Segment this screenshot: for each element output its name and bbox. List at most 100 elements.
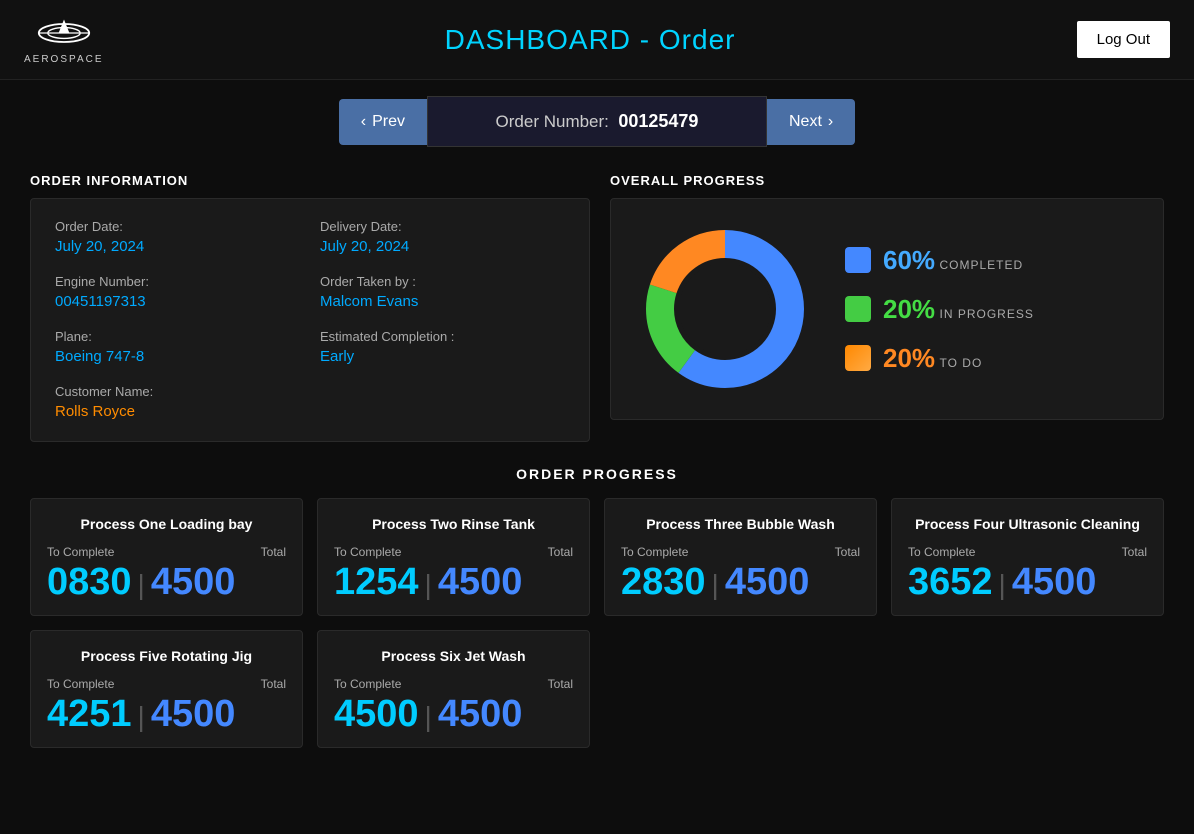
logo: AEROSPACE — [24, 14, 104, 65]
process-card: Process Five Rotating Jig To Complete To… — [30, 630, 303, 748]
process-card-empty — [604, 630, 877, 748]
process-card: Process Six Jet Wash To Complete Total 4… — [317, 630, 590, 748]
order-number: 00125479 — [618, 111, 698, 131]
est-completion-field: Estimated Completion : Early — [320, 329, 565, 366]
plane-field: Plane: Boeing 747-8 — [55, 329, 300, 366]
todo-info: 20% TO DO — [883, 343, 982, 374]
order-number-prefix: Order Number: — [496, 112, 609, 131]
engine-number-field: Engine Number: 00451197313 — [55, 274, 300, 311]
stat-total-value: 4500 — [438, 695, 523, 733]
logout-button[interactable]: Log Out — [1077, 21, 1170, 58]
progress-card: 60% COMPLETED 20% IN PROGRESS — [610, 198, 1164, 420]
process-title: Process Three Bubble Wash — [621, 515, 860, 533]
total-label: Total — [261, 545, 286, 559]
engine-number-label: Engine Number: — [55, 274, 300, 289]
main-content: ORDER INFORMATION Order Date: July 20, 2… — [0, 163, 1194, 768]
page-title: DASHBOARD - Order — [445, 24, 736, 56]
process-row-1: Process One Loading bay To Complete Tota… — [30, 498, 1164, 616]
engine-number-value: 00451197313 — [55, 293, 146, 310]
plane-value: Boeing 747-8 — [55, 348, 144, 365]
completed-label: COMPLETED — [940, 258, 1024, 272]
delivery-date-field: Delivery Date: July 20, 2024 — [320, 219, 565, 256]
legend-todo: 20% TO DO — [845, 343, 1034, 374]
prev-label: Prev — [372, 113, 405, 131]
delivery-date-label: Delivery Date: — [320, 219, 565, 234]
order-info-card: Order Date: July 20, 2024 Delivery Date:… — [30, 198, 590, 442]
stat-total-value: 4500 — [151, 563, 236, 601]
prev-button[interactable]: ‹ Prev — [339, 99, 427, 145]
next-label: Next — [789, 113, 822, 131]
stat-labels: To Complete Total — [47, 677, 286, 691]
nav-bar: ‹ Prev Order Number: 00125479 Next › — [0, 80, 1194, 163]
stat-labels: To Complete Total — [908, 545, 1147, 559]
stat-separator: | — [712, 569, 719, 601]
order-date-value: July 20, 2024 — [55, 238, 144, 255]
process-card: Process Three Bubble Wash To Complete To… — [604, 498, 877, 616]
process-title: Process Five Rotating Jig — [47, 647, 286, 665]
stat-complete-value: 3652 — [908, 563, 993, 601]
process-card: Process Two Rinse Tank To Complete Total… — [317, 498, 590, 616]
to-complete-label: To Complete — [47, 545, 114, 559]
process-title: Process One Loading bay — [47, 515, 286, 533]
chevron-left-icon: ‹ — [361, 113, 366, 131]
to-complete-label: To Complete — [334, 677, 401, 691]
stat-values: 4251 | 4500 — [47, 695, 286, 733]
overall-progress-title: OVERALL PROGRESS — [610, 173, 1164, 188]
stat-total-value: 4500 — [1012, 563, 1097, 601]
process-row-2: Process Five Rotating Jig To Complete To… — [30, 630, 1164, 748]
est-completion-value: Early — [320, 348, 354, 365]
order-taken-label: Order Taken by : — [320, 274, 565, 289]
total-label: Total — [548, 677, 573, 691]
in-progress-info: 20% IN PROGRESS — [883, 294, 1034, 325]
stat-labels: To Complete Total — [621, 545, 860, 559]
todo-swatch — [845, 345, 871, 371]
stat-values: 1254 | 4500 — [334, 563, 573, 601]
overall-progress-section: OVERALL PROGRESS — [610, 173, 1164, 442]
order-number-display: Order Number: 00125479 — [427, 96, 767, 147]
todo-label: TO DO — [940, 356, 983, 370]
completed-swatch — [845, 247, 871, 273]
stat-complete-value: 4500 — [334, 695, 419, 733]
donut-chart — [635, 219, 815, 399]
process-card: Process One Loading bay To Complete Tota… — [30, 498, 303, 616]
customer-label: Customer Name: — [55, 384, 300, 399]
stat-separator: | — [999, 569, 1006, 601]
to-complete-label: To Complete — [47, 677, 114, 691]
header: AEROSPACE DASHBOARD - Order Log Out — [0, 0, 1194, 80]
plane-label: Plane: — [55, 329, 300, 344]
completed-pct: 60% — [883, 245, 935, 275]
info-progress-row: ORDER INFORMATION Order Date: July 20, 2… — [30, 173, 1164, 442]
donut-svg — [635, 219, 815, 399]
to-complete-label: To Complete — [908, 545, 975, 559]
order-info-section: ORDER INFORMATION Order Date: July 20, 2… — [30, 173, 590, 442]
legend-completed: 60% COMPLETED — [845, 245, 1034, 276]
total-label: Total — [835, 545, 860, 559]
order-progress-section: ORDER PROGRESS Process One Loading bay T… — [30, 466, 1164, 748]
stat-complete-value: 2830 — [621, 563, 706, 601]
chevron-right-icon: › — [828, 113, 833, 131]
order-taken-value: Malcom Evans — [320, 293, 418, 310]
order-progress-title: ORDER PROGRESS — [30, 466, 1164, 482]
stat-separator: | — [138, 569, 145, 601]
stat-values: 3652 | 4500 — [908, 563, 1147, 601]
stat-complete-value: 4251 — [47, 695, 132, 733]
completed-info: 60% COMPLETED — [883, 245, 1023, 276]
stat-separator: | — [425, 569, 432, 601]
process-card: Process Four Ultrasonic Cleaning To Comp… — [891, 498, 1164, 616]
to-complete-label: To Complete — [334, 545, 401, 559]
process-title: Process Two Rinse Tank — [334, 515, 573, 533]
to-complete-label: To Complete — [621, 545, 688, 559]
stat-values: 2830 | 4500 — [621, 563, 860, 601]
stat-separator: | — [138, 701, 145, 733]
stat-total-value: 4500 — [725, 563, 810, 601]
stat-values: 4500 | 4500 — [334, 695, 573, 733]
todo-pct: 20% — [883, 343, 935, 373]
stat-complete-value: 0830 — [47, 563, 132, 601]
order-taken-field: Order Taken by : Malcom Evans — [320, 274, 565, 311]
next-button[interactable]: Next › — [767, 99, 855, 145]
legend-in-progress: 20% IN PROGRESS — [845, 294, 1034, 325]
process-title: Process Six Jet Wash — [334, 647, 573, 665]
stat-separator: | — [425, 701, 432, 733]
process-title: Process Four Ultrasonic Cleaning — [908, 515, 1147, 533]
stat-total-value: 4500 — [438, 563, 523, 601]
